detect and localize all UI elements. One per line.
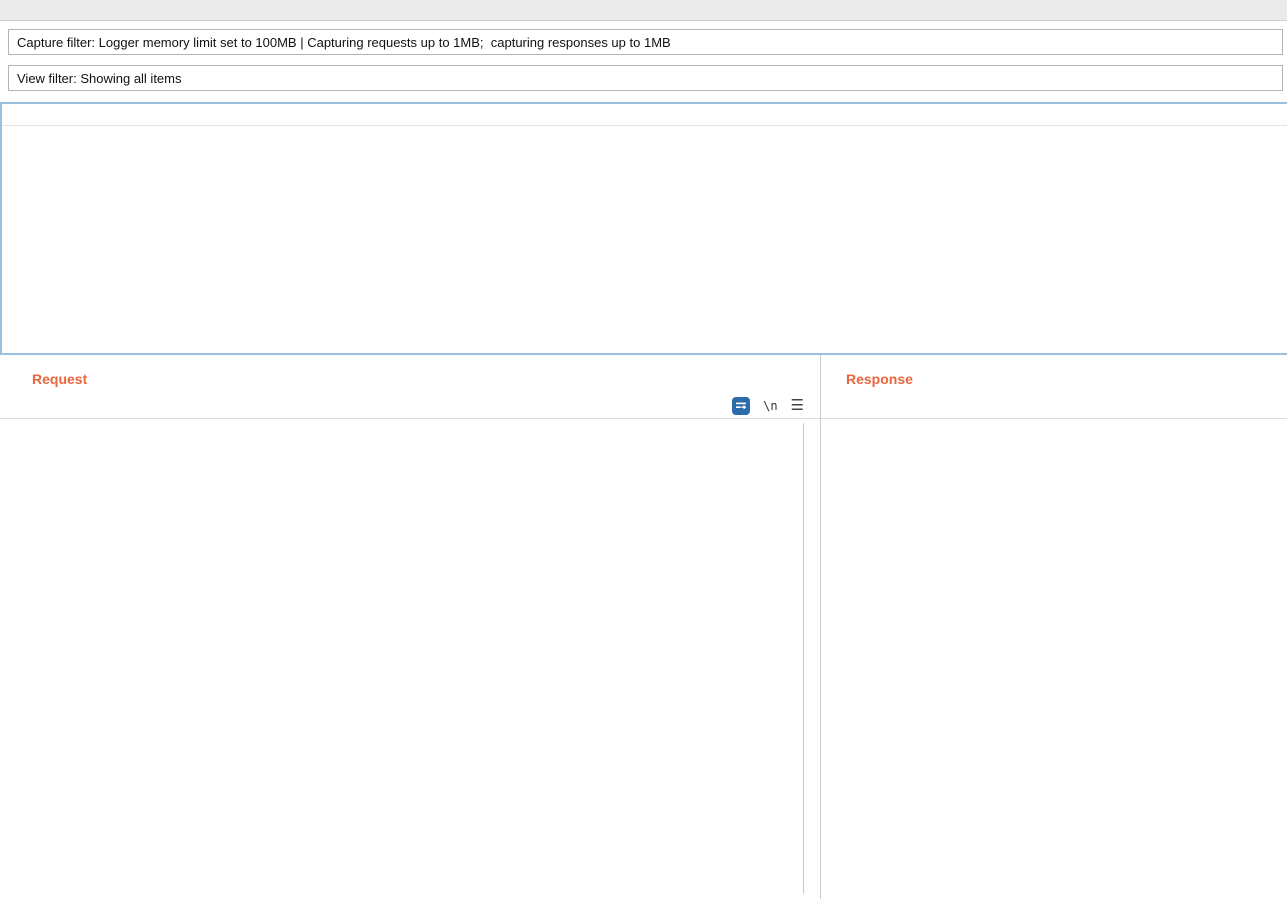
request-title: Request xyxy=(32,371,820,387)
message-editors: Request \n ☰ Response xyxy=(0,355,1287,899)
logger-table xyxy=(0,102,1287,355)
word-wrap-icon[interactable] xyxy=(732,397,750,415)
editor-menu-icon[interactable]: ☰ xyxy=(791,397,804,415)
request-tabbar: \n ☰ xyxy=(0,397,820,419)
response-editor[interactable] xyxy=(830,423,1287,894)
request-editor[interactable] xyxy=(8,423,804,894)
response-tabbar xyxy=(821,397,1287,419)
logger-table-body[interactable] xyxy=(2,126,1287,353)
menu-bar xyxy=(0,0,1287,21)
request-toolbar: \n ☰ xyxy=(732,397,804,415)
capture-filter-bar[interactable]: Capture filter: Logger memory limit set … xyxy=(8,29,1283,55)
newline-display-icon[interactable]: \n xyxy=(763,399,777,413)
response-panel: Response xyxy=(820,355,1287,899)
request-panel: Request \n ☰ xyxy=(0,355,820,899)
view-filter-text: View filter: Showing all items xyxy=(17,71,182,86)
logger-table-header xyxy=(2,104,1287,126)
response-title: Response xyxy=(846,371,1287,387)
view-filter-bar[interactable]: View filter: Showing all items xyxy=(8,65,1283,91)
capture-filter-text: Capture filter: Logger memory limit set … xyxy=(17,35,671,50)
